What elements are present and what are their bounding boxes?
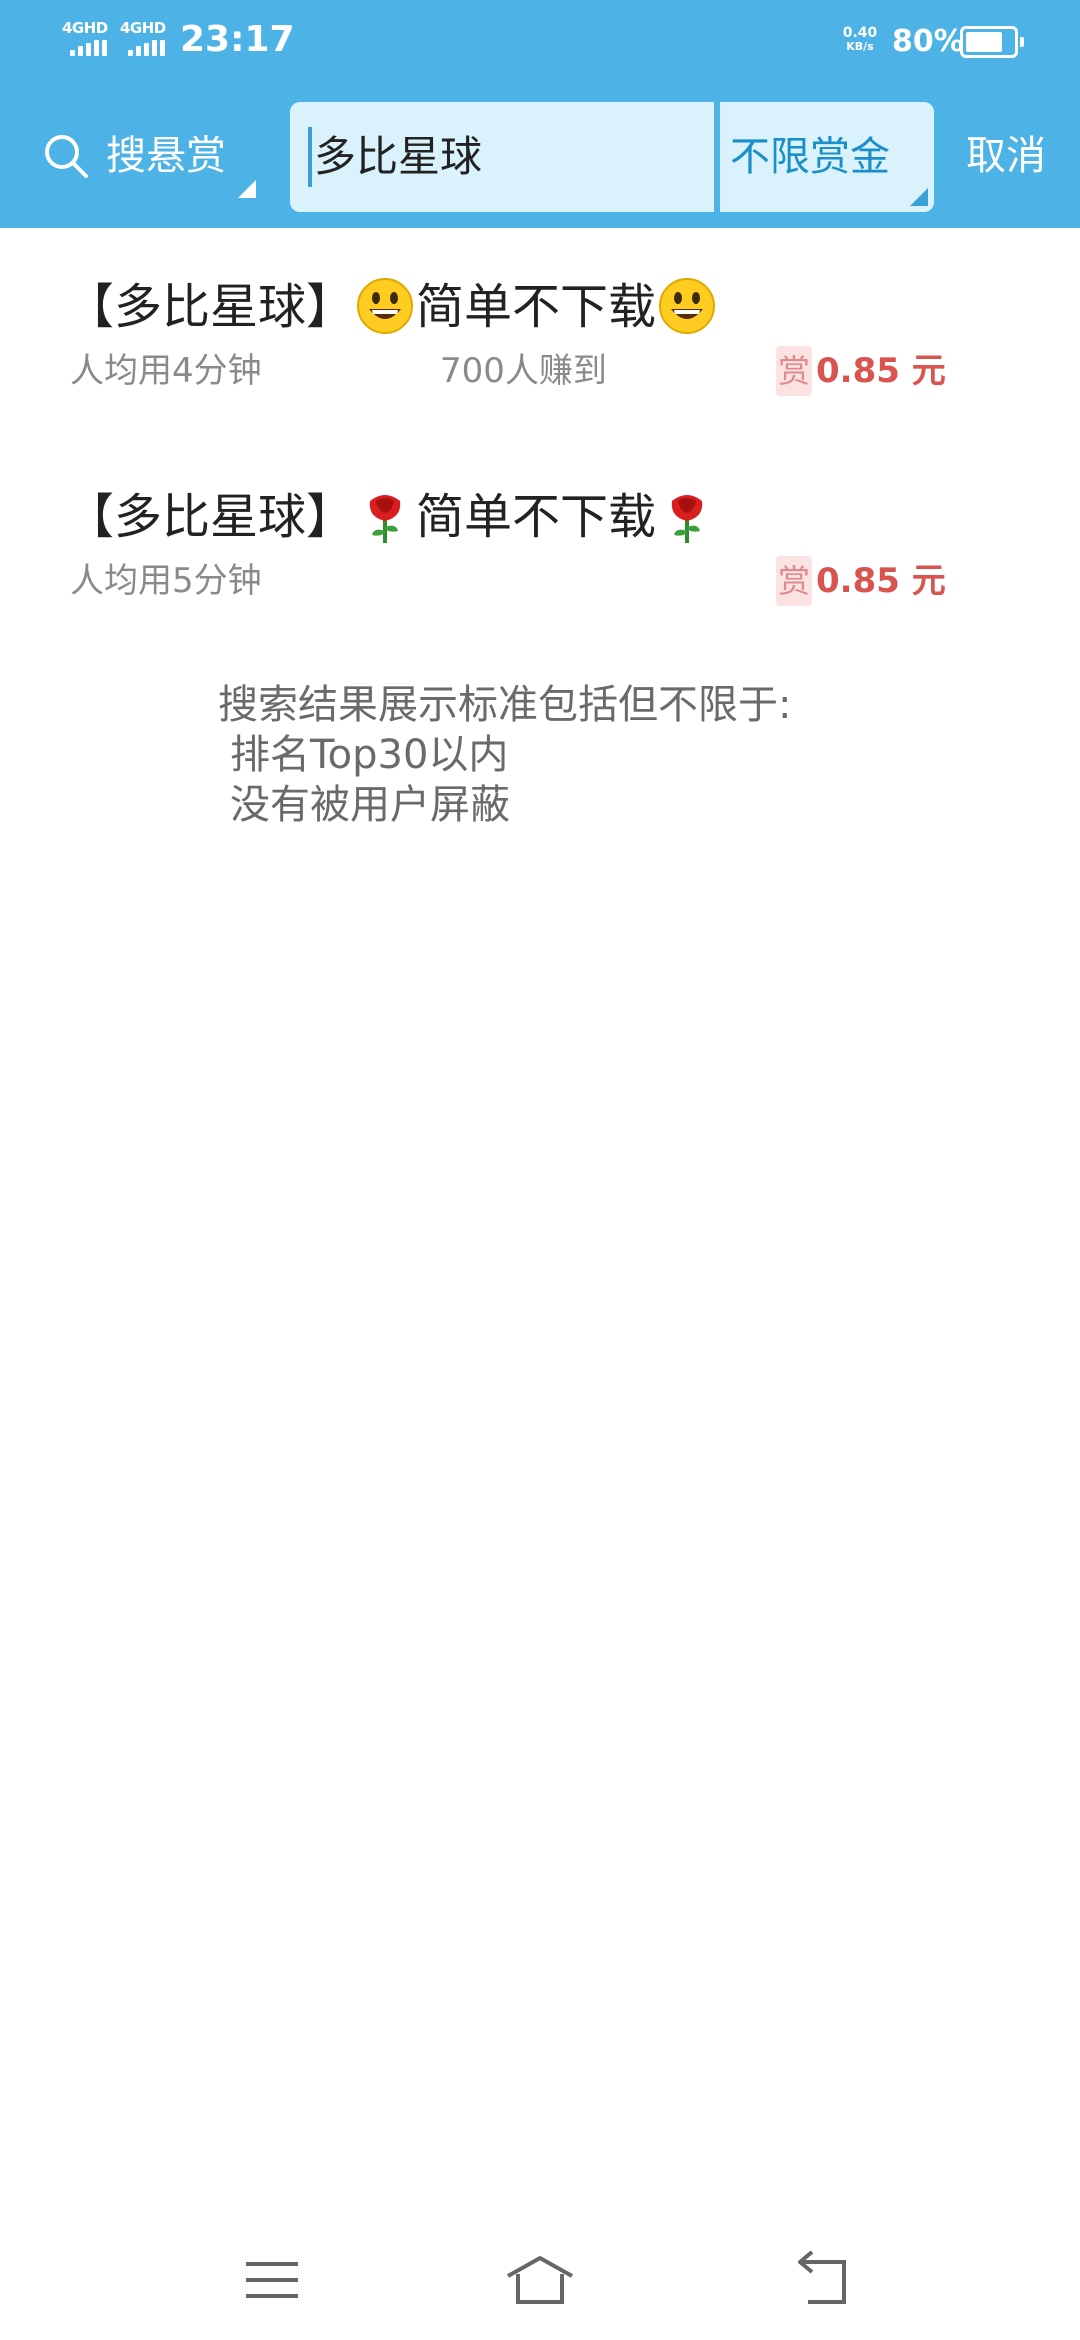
avg-time: 人均用5分钟	[70, 561, 262, 601]
task-title: 【多比星球】 简单不下载	[66, 274, 718, 340]
rose-icon	[369, 495, 401, 543]
cancel-button[interactable]: 取消	[966, 126, 1046, 186]
task-title-text: 简单不下载	[416, 279, 657, 335]
reward-amount: 赏 0.85 元	[776, 346, 946, 396]
clock: 23:17	[180, 19, 295, 60]
system-nav-bar	[0, 2220, 1080, 2340]
reward-tag: 赏	[776, 556, 813, 606]
grinning-face-icon	[659, 278, 716, 334]
rose-icon	[671, 495, 703, 543]
search-criteria-note: 搜索结果展示标准包括但不限于: 排名Top30以内 没有被用户屏蔽	[218, 680, 791, 830]
home-icon[interactable]	[500, 2240, 580, 2320]
task-title: 【多比星球】 简单不下载	[66, 484, 718, 550]
search-bar: 搜悬赏 多比星球 不限赏金 取消	[0, 100, 1080, 212]
signal-label: 4GHD	[62, 19, 108, 37]
task-title-text: 简单不下载	[416, 489, 657, 545]
note-line: 排名Top30以内	[230, 732, 509, 778]
net-speed-unit: KB/s	[846, 40, 874, 53]
search-box: 多比星球 不限赏金	[290, 102, 934, 212]
net-speed-value: 0.40	[842, 25, 878, 41]
search-icon	[45, 135, 88, 178]
search-scope-dropdown[interactable]: 搜悬赏	[42, 120, 262, 198]
status-bar: 4GHD 4GHD 23:17 0.40 KB/s 80%	[0, 0, 1080, 80]
earned-count: 700人赚到	[440, 351, 607, 391]
signal-label: 4GHD	[120, 19, 166, 37]
back-icon[interactable]	[786, 2240, 866, 2320]
battery-icon	[960, 26, 1024, 58]
task-title-prefix: 【多比星球】	[66, 279, 355, 335]
reward-amount: 赏 0.85 元	[776, 556, 946, 606]
list-item[interactable]: 【多比星球】 简单不下载 人均用4分钟 700人赚到 赏 0.85 元	[0, 274, 1080, 414]
battery-fill	[966, 32, 1002, 52]
net-speed: 0.40 KB/s	[840, 26, 880, 54]
note-line: 没有被用户屏蔽	[230, 782, 510, 828]
search-scope-label: 搜悬赏	[106, 133, 226, 179]
signal-icon: 4GHD	[120, 20, 175, 60]
reward-value: 0.85 元	[816, 561, 946, 601]
reward-tag: 赏	[776, 346, 813, 396]
signal-icon: 4GHD	[62, 20, 117, 60]
battery-percent: 80%	[892, 24, 964, 59]
list-item[interactable]: 【多比星球】 简单不下载 人均用5分钟 赏 0.85 元	[0, 484, 1080, 624]
menu-icon[interactable]	[232, 2240, 312, 2320]
reward-value: 0.85 元	[816, 351, 946, 391]
header: 4GHD 4GHD 23:17 0.40 KB/s 80% 搜悬赏 多比星球 不…	[0, 0, 1080, 228]
task-title-prefix: 【多比星球】	[66, 489, 355, 545]
divider	[714, 102, 720, 212]
dropdown-corner-icon	[238, 180, 256, 198]
dropdown-corner-icon	[910, 188, 928, 206]
grinning-face-icon	[357, 278, 414, 334]
avg-time: 人均用4分钟	[70, 351, 262, 391]
note-line: 搜索结果展示标准包括但不限于:	[218, 682, 792, 728]
reward-filter-dropdown[interactable]: 不限赏金	[730, 127, 890, 187]
